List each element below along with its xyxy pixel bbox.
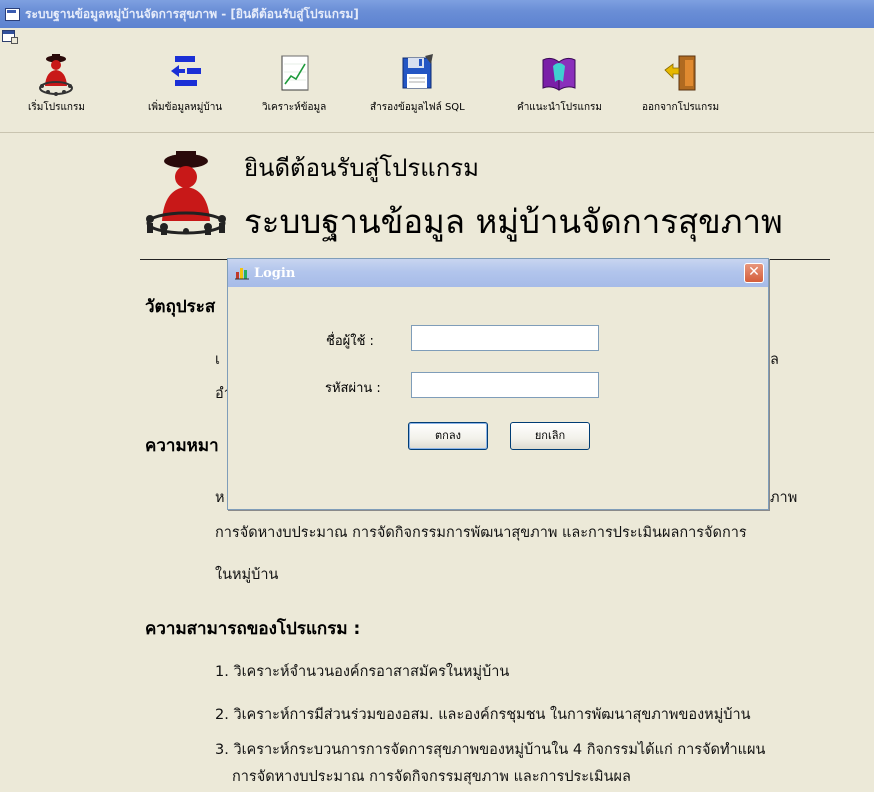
floppy-disk-backup-icon	[402, 54, 434, 89]
meaning-text-fragment: ห	[215, 490, 225, 506]
toolbar-exit-program-button[interactable]: ออกจากโปรแกรม	[642, 52, 719, 128]
login-dialog-title: Login	[254, 265, 296, 281]
toolbar-label: สำรองข้อมูลไฟล์ SQL	[370, 102, 465, 113]
window-title-bar[interactable]: ระบบฐานข้อมูลหมู่บ้านจัดการสุขภาพ - [ยิน…	[0, 0, 874, 28]
window-title: ระบบฐานข้อมูลหมู่บ้านจัดการสุขภาพ - [ยิน…	[25, 6, 359, 21]
close-button[interactable]: ✕	[744, 263, 764, 283]
meaning-text-line: ในหมู่บ้าน	[215, 567, 279, 583]
toolbar-label: ออกจากโปรแกรม	[642, 102, 720, 113]
capability-item: 2. วิเคราะห์การมีส่วนร่วมของอสม. และองค์…	[215, 707, 751, 723]
toolbar-add-village-data-button[interactable]: เพิ่มข้อมูลหมู่บ้าน	[148, 52, 222, 128]
login-dialog: Login ✕ ชื่อผู้ใช้ : รหัสผ่าน : ตกลง ยกเ…	[227, 258, 769, 510]
capability-item: 3. วิเคราะห์กระบวนการการจัดการสุขภาพของห…	[215, 742, 766, 758]
toolbar-label: เพิ่มข้อมูลหมู่บ้าน	[148, 102, 223, 113]
capability-item: 1. วิเคราะห์จำนวนองค์กรอาสาสมัครในหมู่บ้…	[215, 664, 510, 680]
program-logo-icon	[146, 151, 226, 235]
objective-heading: วัตถุประส	[145, 297, 216, 317]
welcome-heading: ยินดีต้อนรับสู่โปรแกรม	[244, 154, 479, 182]
meaning-text-fragment: ภาพ	[770, 490, 798, 506]
chart-document-icon	[281, 55, 309, 91]
objective-text-line: เ	[215, 352, 220, 368]
password-label: รหัสผ่าน :	[325, 381, 381, 396]
capability-item-continuation: การจัดหางบประมาณ การจัดกิจกรรมสุขภาพ และ…	[232, 769, 631, 785]
app-window-icon	[5, 7, 20, 21]
system-title: ระบบฐานข้อมูล หมู่บ้านจัดการสุขภาพ	[244, 202, 783, 241]
toolbar-label: คำแนะนำโปรแกรม	[517, 102, 602, 113]
toolbar-analyze-data-button[interactable]: วิเคราะห์ข้อมูล	[262, 52, 326, 128]
main-window: ระบบฐานข้อมูลหมู่บ้านจัดการสุขภาพ - [ยิน…	[0, 0, 874, 792]
help-book-icon	[542, 57, 576, 91]
toolbar-start-program-button[interactable]: เริ่มโปรแกรม	[28, 52, 85, 128]
toolbar-label: วิเคราะห์ข้อมูล	[262, 102, 327, 113]
password-input[interactable]	[411, 372, 599, 398]
login-dialog-title-bar[interactable]: Login ✕	[228, 259, 768, 287]
meaning-heading: ความหมา	[145, 436, 219, 456]
username-label: ชื่อผู้ใช้ :	[326, 334, 374, 349]
bar-chart-icon	[235, 268, 249, 280]
toolbar-program-guide-button[interactable]: คำแนะนำโปรแกรม	[517, 52, 602, 128]
mdi-menu-strip	[0, 28, 874, 44]
exit-door-icon	[663, 55, 696, 91]
main-toolbar: เริ่มโปรแกรม เพิ่มข้อมูลหมู่บ้าน วิเคราะ…	[0, 44, 874, 133]
cancel-button[interactable]: ยกเลิก	[510, 422, 590, 450]
mdi-child-window-icon[interactable]	[2, 30, 18, 44]
meaning-text-line: การจัดหางบประมาณ การจัดกิจกรรมการพัฒนาสุ…	[215, 525, 747, 541]
username-input[interactable]	[411, 325, 599, 351]
ok-button[interactable]: ตกลง	[408, 422, 488, 450]
toolbar-backup-sql-button[interactable]: สำรองข้อมูลไฟล์ SQL	[370, 52, 465, 128]
toolbar-label: เริ่มโปรแกรม	[28, 102, 85, 113]
community-person-icon	[39, 54, 74, 96]
add-data-arrows-icon	[171, 56, 202, 86]
objective-text-fragment: ล	[770, 352, 779, 368]
capability-heading: ความสามารถของโปรแกรม :	[145, 619, 361, 639]
